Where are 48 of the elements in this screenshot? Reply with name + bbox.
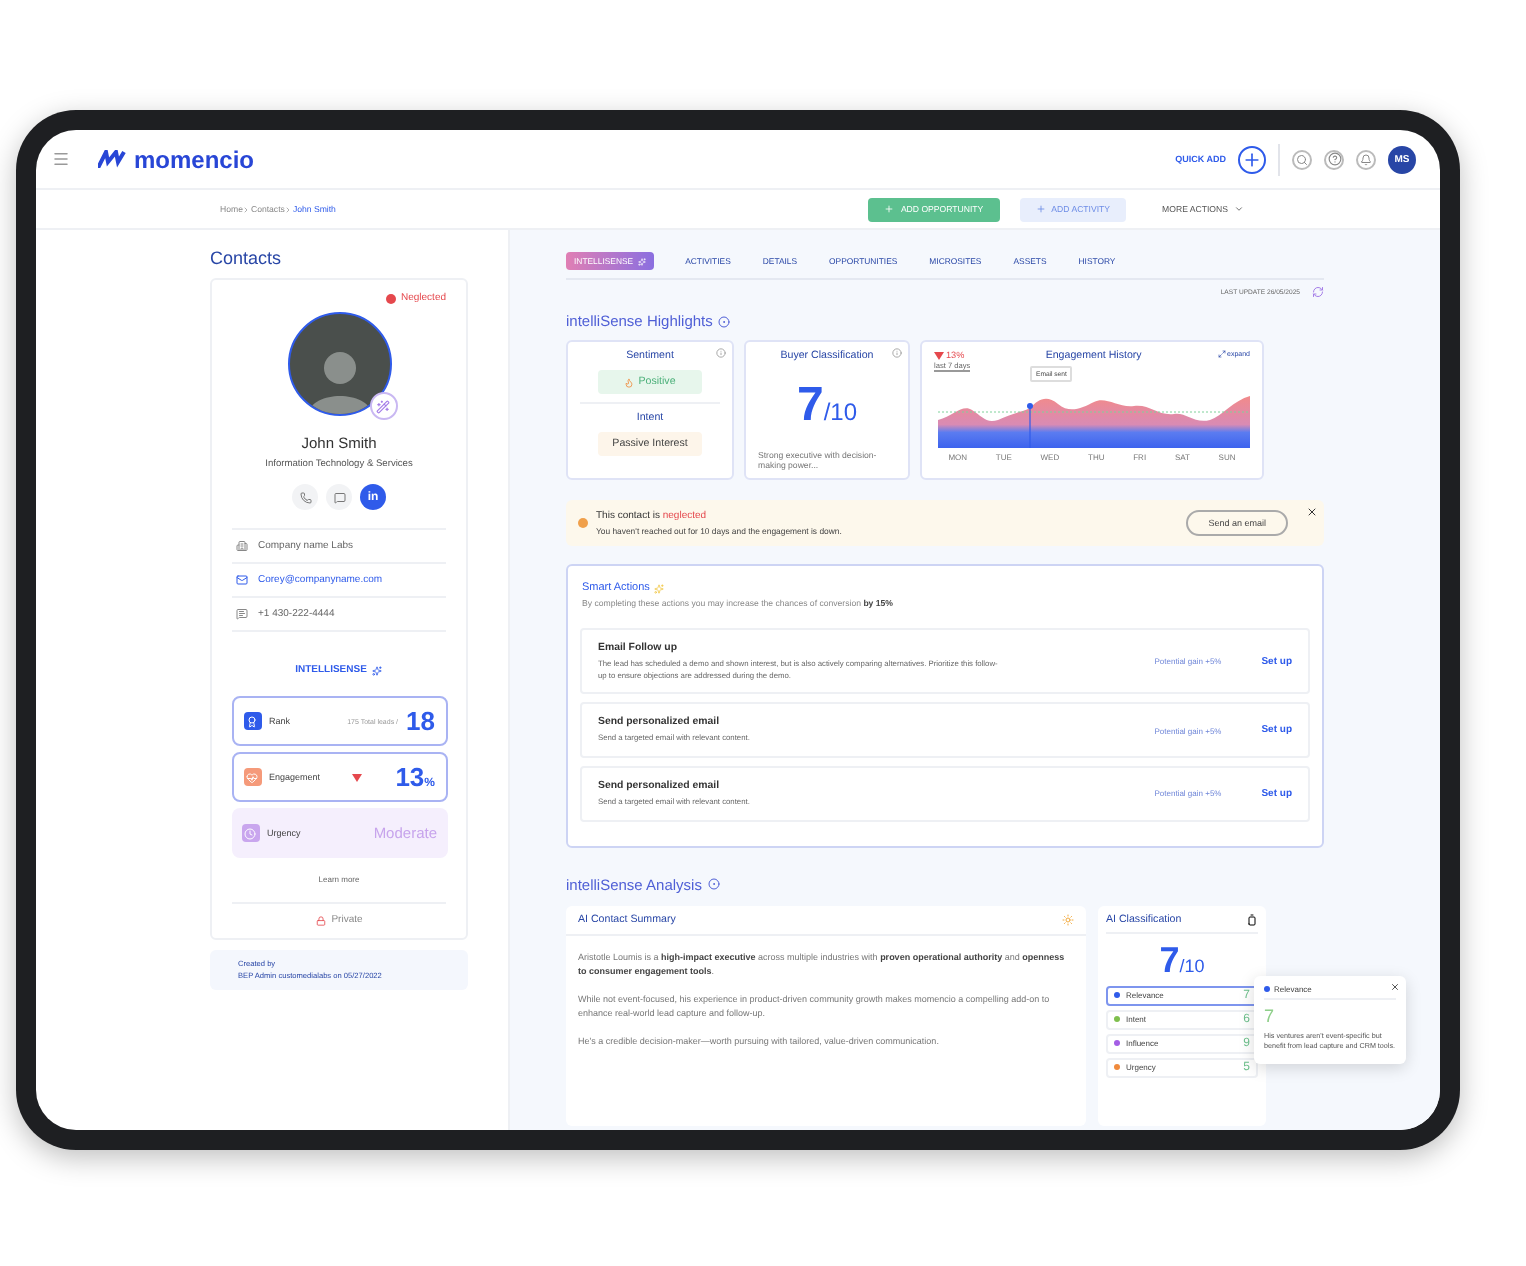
magic-wand-icon (376, 399, 390, 413)
plus-icon (884, 204, 895, 214)
score-text: 7/10 (1159, 939, 1205, 982)
down-triangle-icon (352, 773, 363, 781)
plus-icon (1242, 149, 1262, 169)
help-icon (1327, 152, 1341, 166)
magic-wand-button[interactable] (369, 392, 397, 420)
phone-button[interactable] (292, 484, 318, 510)
flame-icon (624, 377, 635, 387)
popover-value: 7 (1264, 1006, 1277, 1026)
search-icon (1296, 153, 1308, 165)
info-icon[interactable] (716, 348, 726, 358)
building-icon (236, 540, 248, 552)
sparkle-icon (653, 583, 664, 593)
chat-icon (236, 608, 248, 620)
expand-icon (1217, 350, 1225, 358)
close-icon (1306, 506, 1318, 518)
phone-icon (299, 491, 311, 503)
sparkle-icon (637, 257, 646, 265)
help-button[interactable] (1324, 149, 1344, 169)
search-button[interactable] (1292, 149, 1312, 169)
chevron-down-icon (1234, 204, 1244, 214)
logo-icon (98, 150, 126, 168)
message-button[interactable] (326, 484, 352, 510)
menu-icon[interactable] (52, 150, 70, 168)
target-icon (718, 315, 731, 327)
mail-icon (236, 574, 248, 586)
metric-value: 18 (406, 706, 435, 736)
sparkle-icon (372, 665, 383, 675)
photo-placeholder (287, 312, 391, 416)
page-title: Contacts (210, 248, 284, 268)
bell-icon (1360, 153, 1372, 165)
lock-icon (315, 915, 326, 925)
sun-icon (1062, 913, 1074, 926)
dot-icon (1264, 986, 1270, 992)
logo-text: momencio (134, 145, 255, 173)
add-button[interactable] (1238, 145, 1266, 173)
battery-icon (1246, 913, 1258, 926)
info-icon[interactable] (892, 348, 902, 358)
target-icon (707, 878, 720, 891)
plus-icon (1035, 204, 1046, 214)
notification-button[interactable] (1356, 149, 1376, 169)
warning-dot-icon (578, 518, 588, 528)
refresh-icon[interactable] (1312, 286, 1324, 298)
close-button[interactable] (1306, 506, 1318, 518)
score-text: 7/10 (796, 378, 858, 434)
chat-icon (333, 491, 345, 503)
down-triangle-icon (934, 351, 944, 359)
